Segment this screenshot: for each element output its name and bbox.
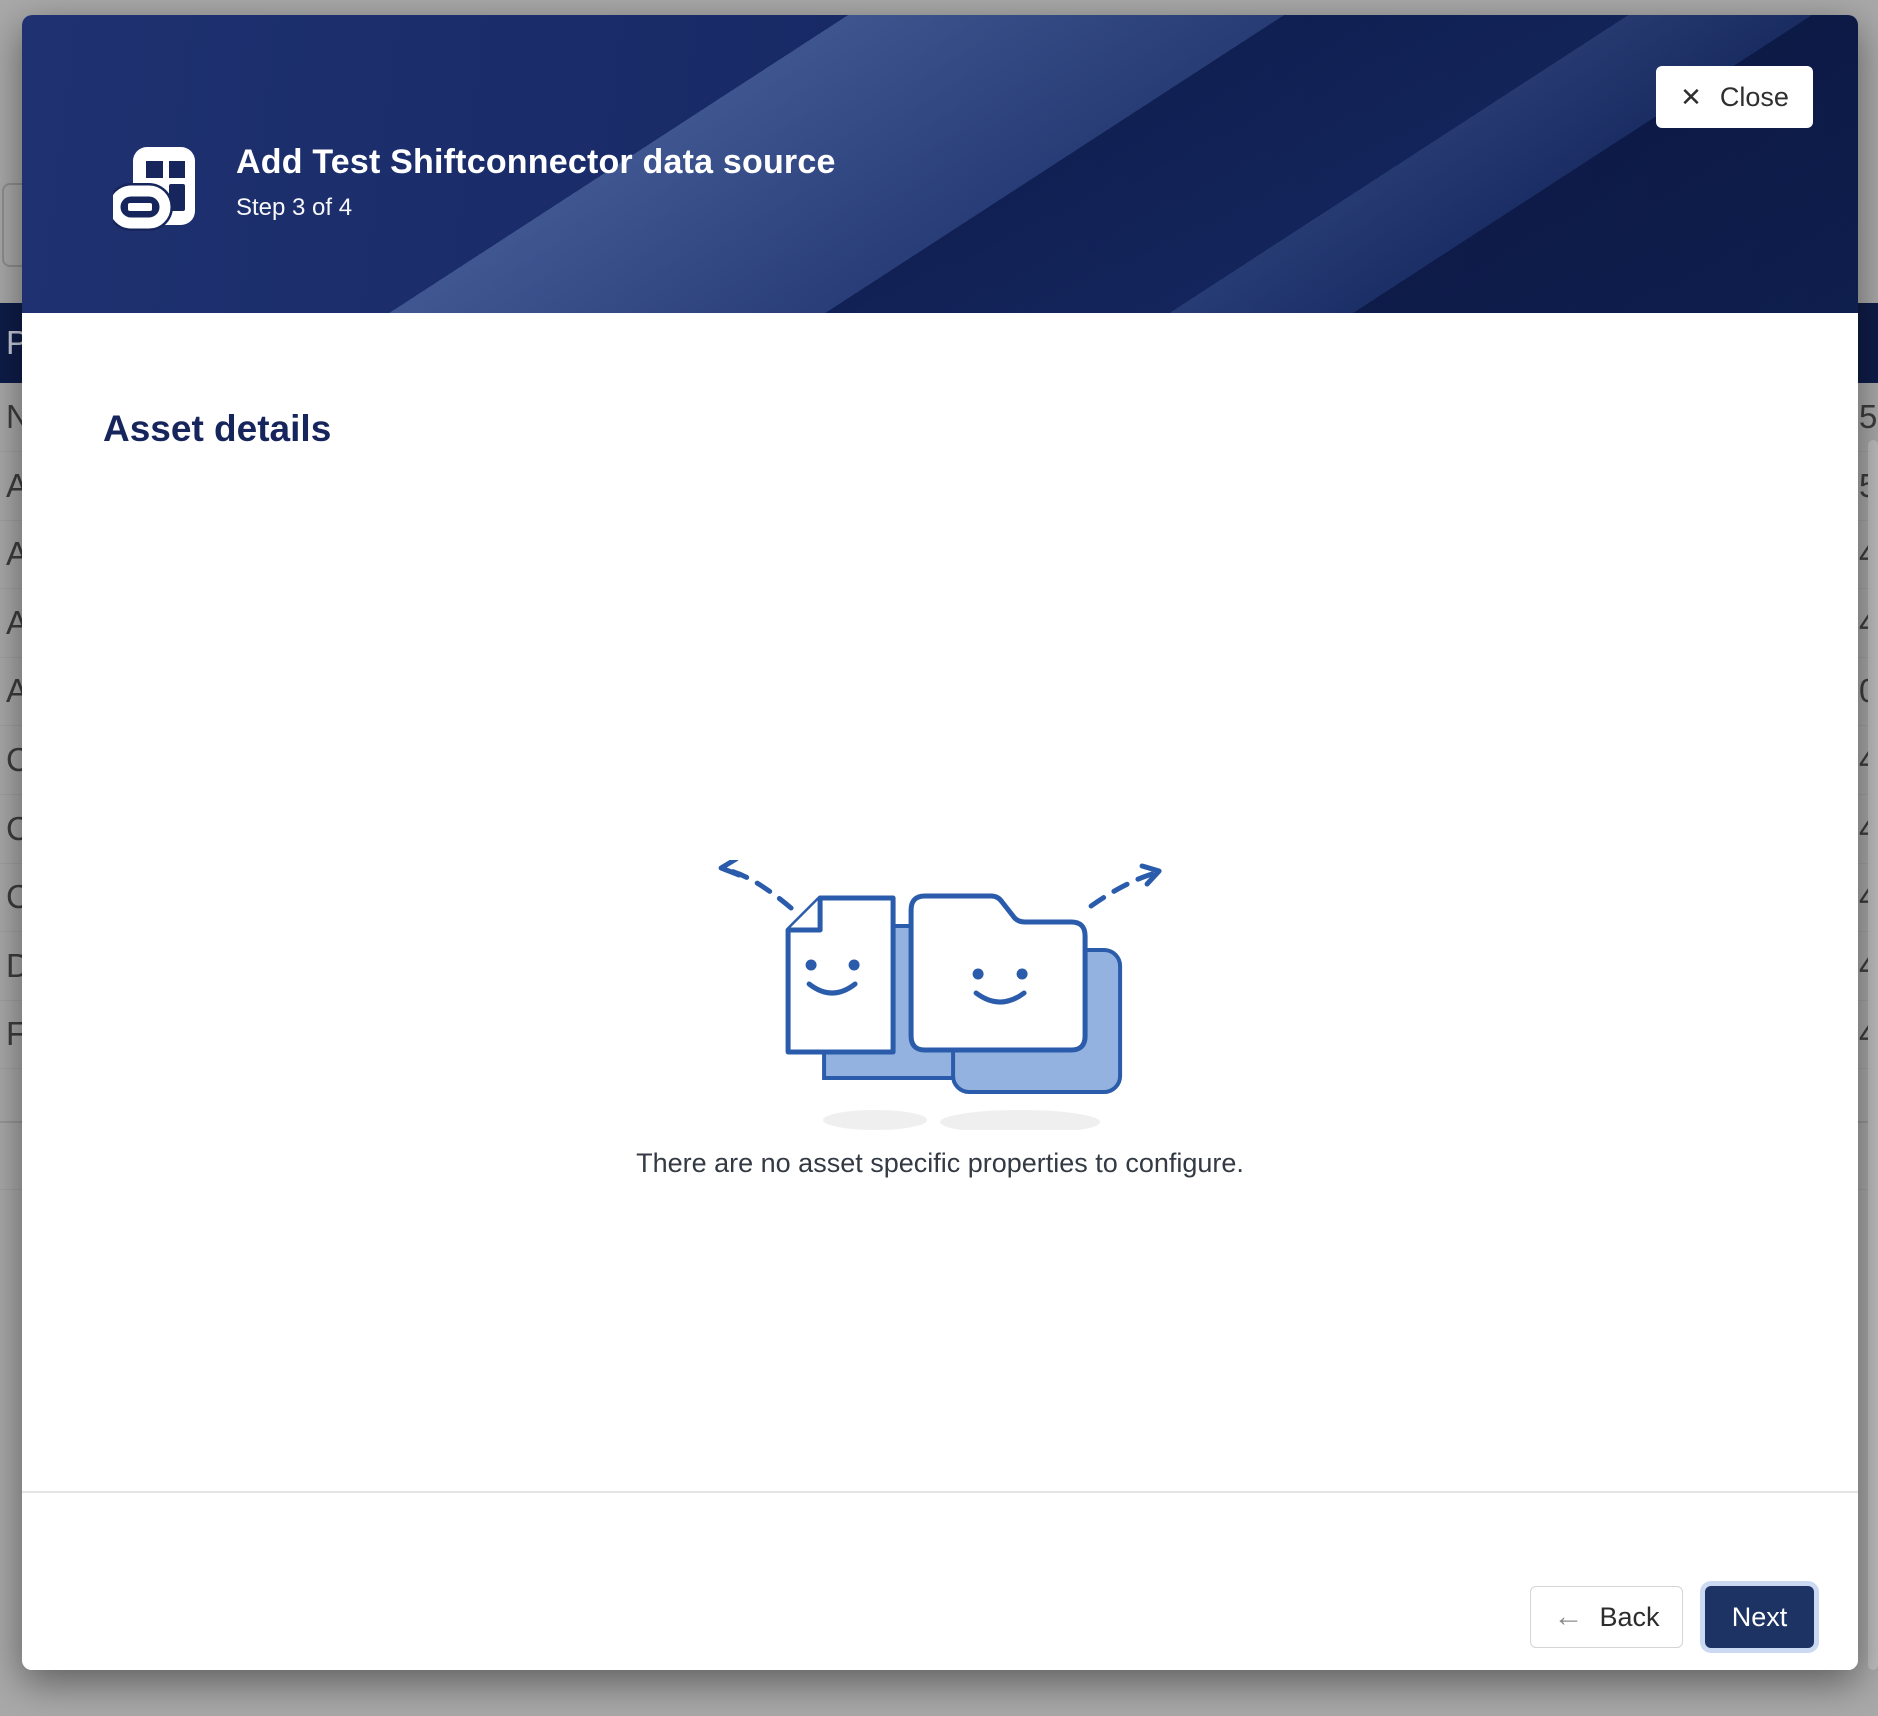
empty-state: There are no asset specific properties t… (636, 860, 1244, 1179)
section-heading: Asset details (103, 408, 331, 450)
dialog-body: Asset details (22, 313, 1858, 1491)
back-button-label: Back (1599, 1602, 1659, 1633)
dialog-title: Add Test Shiftconnector data source (236, 143, 836, 182)
dialog-step-indicator: Step 3 of 4 (236, 194, 836, 222)
empty-state-message: There are no asset specific properties t… (636, 1148, 1244, 1179)
document-fold (788, 898, 820, 930)
shiftconnector-logo-icon (113, 147, 197, 231)
document-folder-illustration (705, 860, 1175, 1130)
back-arrow-icon: ← (1553, 1602, 1583, 1632)
arrow-right (1091, 873, 1155, 906)
shadow-ellipse (940, 1110, 1100, 1130)
close-x-icon: ✕ (1680, 84, 1702, 110)
folder-icon (911, 896, 1085, 1050)
next-button[interactable]: Next (1705, 1586, 1814, 1648)
close-button[interactable]: ✕ Close (1656, 66, 1813, 128)
dialog-footer: ← Back Next (22, 1491, 1858, 1670)
background-scrollbar[interactable] (1868, 440, 1878, 1670)
add-data-source-dialog: Add Test Shiftconnector data source Step… (22, 15, 1858, 1670)
dialog-header: Add Test Shiftconnector data source Step… (22, 15, 1858, 313)
background-row-right-fragment: 57 (1859, 398, 1878, 436)
dialog-title-block: Add Test Shiftconnector data source Step… (236, 143, 836, 222)
close-button-label: Close (1720, 82, 1789, 113)
shadow-ellipse (823, 1110, 927, 1130)
next-button-label: Next (1732, 1602, 1788, 1633)
arrow-left-head (721, 860, 739, 875)
back-button[interactable]: ← Back (1530, 1586, 1683, 1648)
